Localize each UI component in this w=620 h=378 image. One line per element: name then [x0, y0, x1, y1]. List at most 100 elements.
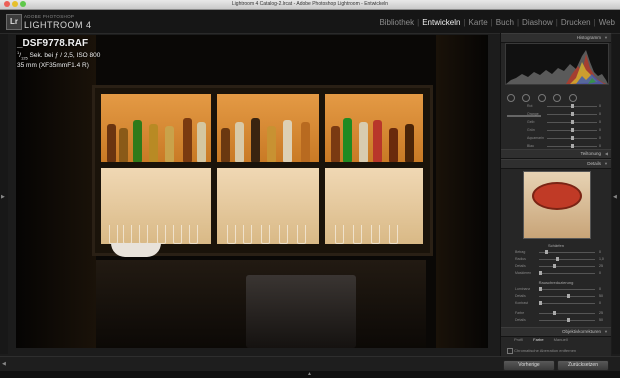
- hsl-label: Rot: [527, 104, 533, 108]
- bottle: [331, 126, 340, 162]
- adjustment-brush-icon[interactable]: [568, 94, 577, 102]
- collapse-toolbar-arrow-icon[interactable]: ◀: [2, 361, 6, 367]
- hsl-knob[interactable]: [571, 144, 574, 148]
- module-entwickeln[interactable]: Entwickeln: [419, 18, 463, 27]
- slider-knob[interactable]: [539, 301, 542, 305]
- slider-knob[interactable]: [556, 257, 559, 261]
- module-drucken[interactable]: Drucken: [558, 18, 594, 27]
- collapse-triangle-icon: ▼: [604, 329, 608, 334]
- glass: [335, 225, 344, 244]
- slider-value[interactable]: 25: [599, 310, 603, 316]
- cabinet-pane-top-right: [325, 94, 423, 162]
- hsl-value[interactable]: 0: [599, 135, 601, 141]
- identity-plate: Lr ADOBE PHOTOSHOP LIGHTROOM 4 Bibliothe…: [0, 10, 620, 34]
- slider-label: Details: [515, 318, 526, 322]
- hsl-knob[interactable]: [571, 136, 574, 140]
- histogram[interactable]: [505, 43, 609, 85]
- reset-button[interactable]: Zurücksetzen: [557, 360, 609, 371]
- hsl-value[interactable]: 0: [599, 111, 601, 117]
- slider-knob[interactable]: [567, 294, 570, 298]
- expand-filmstrip-arrow-icon[interactable]: ▲: [307, 371, 312, 377]
- split-toning-header[interactable]: Teiltonung ◀: [501, 149, 611, 159]
- detail-preview[interactable]: [523, 171, 591, 239]
- photo-preview[interactable]: [16, 35, 488, 348]
- histogram-header[interactable]: Histogramm ▼: [501, 33, 611, 43]
- slider-track[interactable]: [539, 259, 595, 260]
- slider-track[interactable]: [539, 289, 595, 290]
- slider-knob[interactable]: [539, 287, 542, 291]
- expand-left-arrow-icon[interactable]: ▶: [1, 194, 5, 200]
- slider-track[interactable]: [539, 313, 595, 314]
- glass: [371, 225, 380, 244]
- window-title: Lightroom 4 Catalog-2.lrcat - Adobe Phot…: [231, 1, 389, 7]
- filmstrip-collapsed[interactable]: ▲: [0, 371, 620, 378]
- noise-row-luminance: Luminanz 0: [507, 286, 605, 292]
- slider-value[interactable]: 25: [599, 263, 603, 269]
- tab-farbe[interactable]: Farbe: [528, 337, 548, 342]
- hsl-knob[interactable]: [571, 104, 574, 108]
- bottle: [107, 124, 116, 162]
- module-bibliothek[interactable]: Bibliothek: [376, 18, 417, 27]
- hsl-value[interactable]: 0: [599, 119, 601, 125]
- collapse-triangle-icon: ◀: [604, 151, 608, 156]
- chromatic-label: Chromatische Aberration entfernen: [514, 348, 577, 354]
- module-buch[interactable]: Buch: [493, 18, 517, 27]
- bottle: [119, 128, 128, 162]
- slider-value[interactable]: 1,0: [599, 256, 604, 262]
- slider-value[interactable]: 0: [599, 249, 601, 255]
- hsl-knob[interactable]: [571, 128, 574, 132]
- glass: [353, 225, 362, 244]
- photo-lens: 35 mm (XF35mmF1.4 R): [17, 62, 89, 70]
- glass: [123, 225, 132, 244]
- slider-knob[interactable]: [545, 250, 548, 254]
- slider-track[interactable]: [539, 266, 595, 267]
- collapse-right-arrow-icon[interactable]: ◀: [613, 194, 617, 200]
- tab-profil[interactable]: Profil: [509, 337, 528, 342]
- slider-value[interactable]: 0: [599, 300, 601, 306]
- previous-settings-button[interactable]: Vorherige: [503, 360, 555, 371]
- hsl-row-green: Grün 0: [507, 127, 605, 133]
- hsl-value[interactable]: 0: [599, 127, 601, 133]
- red-eye-icon[interactable]: [537, 94, 546, 102]
- right-panel-edge[interactable]: ◀: [612, 34, 620, 354]
- exposure-rest: Sek. bei ƒ / 2,5, ISO 800: [29, 52, 101, 60]
- module-diashow[interactable]: Diashow: [519, 18, 556, 27]
- photo-wall-left: [16, 35, 96, 348]
- slider-track[interactable]: [539, 303, 595, 304]
- details-header[interactable]: Details ▼: [501, 159, 611, 169]
- slider-value[interactable]: 0: [599, 270, 601, 276]
- tab-manuell[interactable]: Manuell: [549, 337, 573, 342]
- bottle: [221, 128, 230, 162]
- crop-tool-icon[interactable]: [507, 94, 515, 102]
- right-develop-panel: Histogramm ▼ Rot 0 Orange 0 Gelb 0 Grün 0 Aq…: [500, 33, 611, 356]
- hsl-row-red: Rot 0: [507, 103, 605, 109]
- remove-chromatic-aberration[interactable]: Chromatische Aberration entfernen: [507, 348, 576, 354]
- slider-knob[interactable]: [567, 318, 570, 322]
- slider-knob[interactable]: [539, 271, 542, 275]
- spot-removal-icon[interactable]: [522, 94, 531, 102]
- slider-label: Farbe: [515, 311, 525, 315]
- slider-value[interactable]: 0: [599, 286, 601, 292]
- bottle: [149, 124, 158, 162]
- bottle: [343, 118, 352, 162]
- bottle: [405, 124, 414, 162]
- slider-value[interactable]: 50: [599, 293, 603, 299]
- module-web[interactable]: Web: [596, 18, 618, 27]
- slider-value[interactable]: 50: [599, 317, 603, 323]
- checkbox-icon[interactable]: [507, 348, 513, 354]
- graduated-filter-icon[interactable]: [553, 94, 562, 102]
- hsl-value[interactable]: 0: [599, 103, 601, 109]
- hsl-knob[interactable]: [571, 120, 574, 124]
- slider-track[interactable]: [539, 273, 595, 274]
- glass: [189, 225, 198, 244]
- slider-label: Details: [515, 264, 526, 268]
- bottle: [301, 122, 310, 162]
- bottle: [267, 126, 276, 162]
- slider-knob[interactable]: [553, 264, 556, 268]
- sharpen-row-amount: Betrag 0: [507, 249, 605, 255]
- module-karte[interactable]: Karte: [466, 18, 491, 27]
- hsl-knob[interactable]: [571, 112, 574, 116]
- slider-knob[interactable]: [553, 311, 556, 315]
- lens-corrections-header[interactable]: Objektivkorrekturen ▼: [501, 327, 611, 337]
- left-panel-collapsed[interactable]: ▶: [0, 34, 8, 354]
